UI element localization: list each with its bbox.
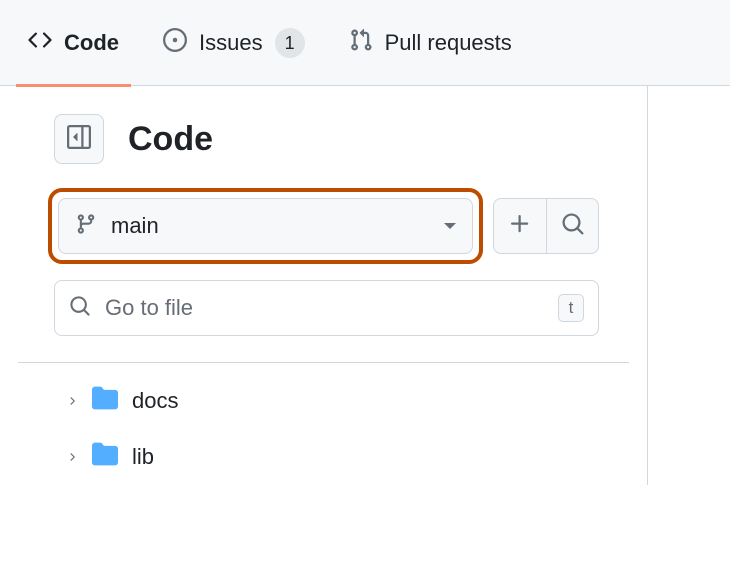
- tree-row-lib[interactable]: lib: [18, 429, 629, 485]
- dropdown-caret-icon: [444, 223, 456, 229]
- folder-icon: [92, 441, 118, 473]
- plus-icon: [508, 212, 532, 241]
- file-sidebar: Code main: [0, 86, 648, 485]
- sidebar-collapse-icon: [67, 125, 91, 154]
- main-area: Code main: [0, 86, 730, 485]
- search-icon: [561, 212, 585, 241]
- tree-item-label: lib: [132, 444, 154, 470]
- folder-icon: [92, 385, 118, 417]
- collapse-panel-button[interactable]: [54, 114, 104, 164]
- git-branch-icon: [75, 213, 97, 240]
- sidebar-header: Code: [18, 114, 629, 164]
- chevron-right-icon: [66, 395, 78, 407]
- keyboard-shortcut-hint: t: [558, 294, 584, 322]
- tree-item-label: docs: [132, 388, 178, 414]
- search-icon: [69, 295, 91, 322]
- content-gutter: [648, 86, 730, 485]
- tab-code[interactable]: Code: [18, 0, 129, 86]
- tab-code-label: Code: [64, 30, 119, 56]
- branch-selector-highlight: main: [48, 188, 483, 264]
- file-search-row: Go to file t: [54, 280, 599, 336]
- branch-selector-button[interactable]: main: [58, 198, 473, 254]
- branch-name: main: [111, 213, 430, 239]
- code-icon: [28, 28, 52, 58]
- file-search-input[interactable]: Go to file t: [54, 280, 599, 336]
- page-title: Code: [128, 120, 213, 159]
- tree-row-docs[interactable]: docs: [18, 373, 629, 429]
- tab-issues[interactable]: Issues 1: [153, 0, 315, 86]
- file-tree: docs lib: [18, 362, 629, 485]
- tab-issues-label: Issues: [199, 30, 263, 56]
- repo-tab-bar: Code Issues 1 Pull requests: [0, 0, 730, 86]
- tab-pulls-label: Pull requests: [385, 30, 512, 56]
- issue-icon: [163, 28, 187, 58]
- tab-pull-requests[interactable]: Pull requests: [339, 0, 522, 86]
- branch-row: main: [48, 188, 599, 264]
- pull-request-icon: [349, 28, 373, 58]
- chevron-right-icon: [66, 451, 78, 463]
- search-placeholder: Go to file: [105, 295, 544, 321]
- add-file-button[interactable]: [494, 199, 546, 253]
- issues-count-badge: 1: [275, 28, 305, 58]
- search-repo-button[interactable]: [546, 199, 598, 253]
- branch-action-group: [493, 198, 599, 254]
